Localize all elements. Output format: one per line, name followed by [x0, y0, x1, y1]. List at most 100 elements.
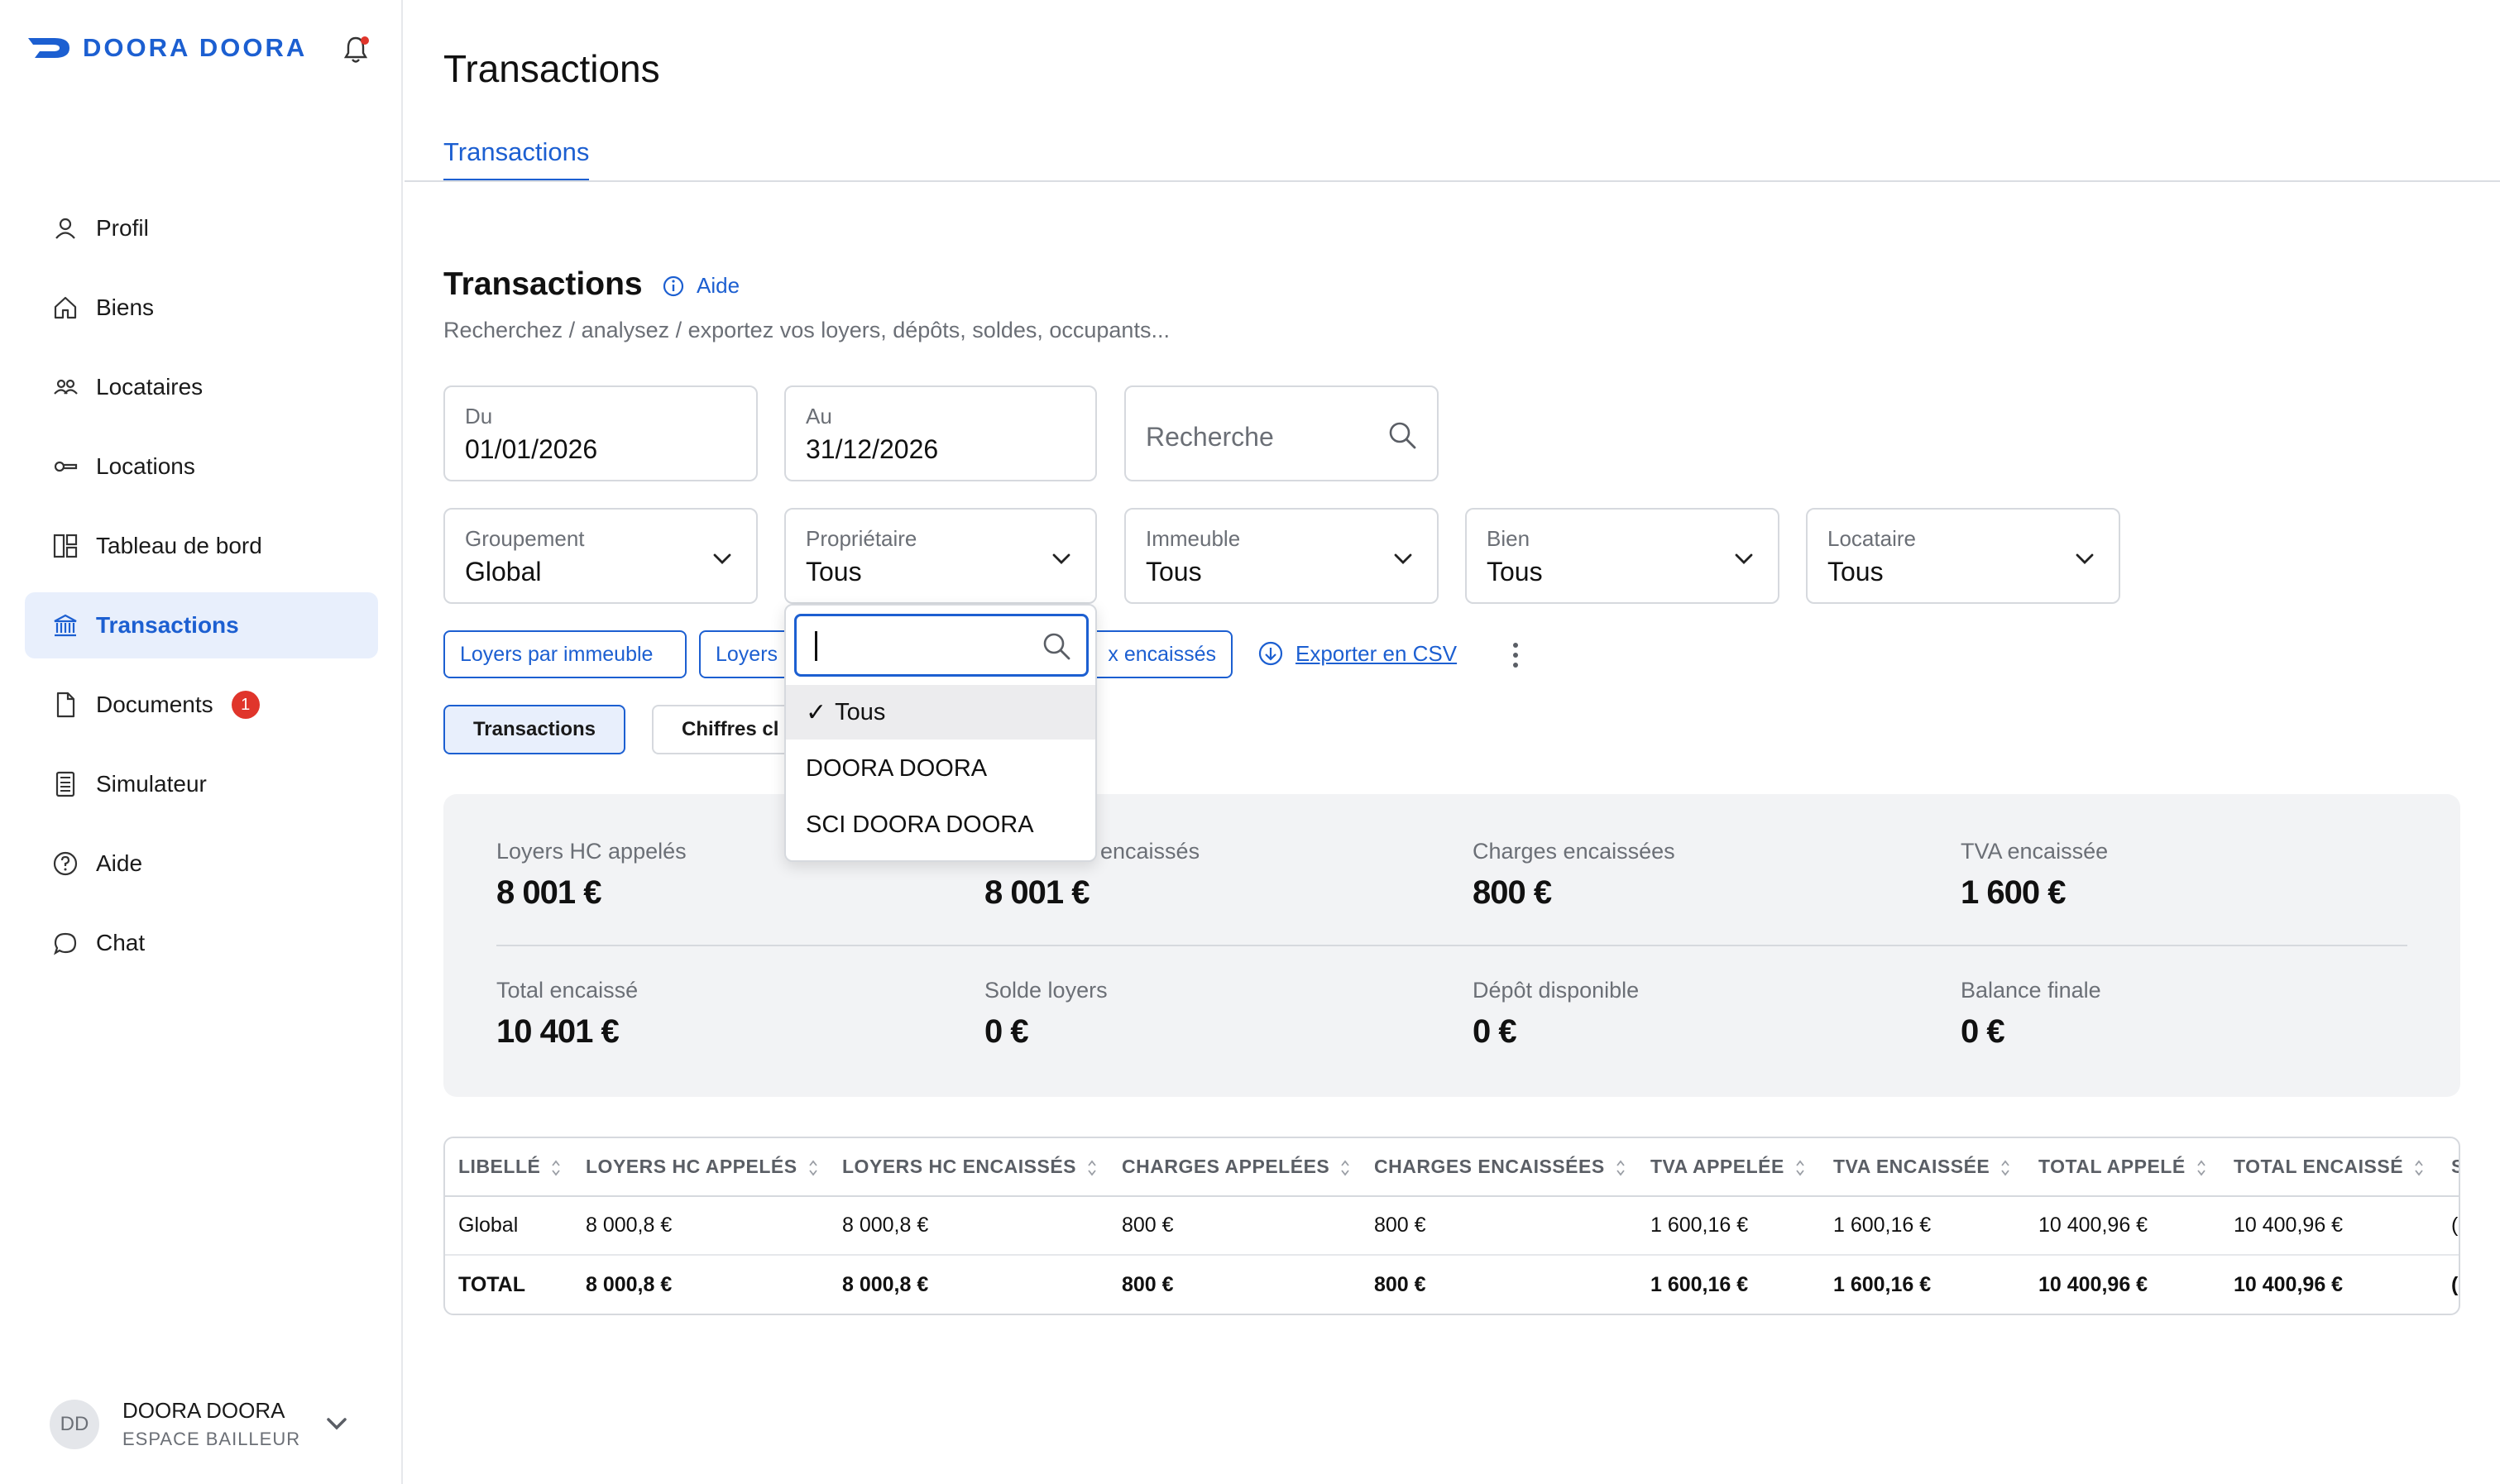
stat-value: 0 €: [1473, 1013, 1517, 1050]
documents-badge: 1: [231, 691, 260, 719]
stat-solde-loyers: Solde loyers 0 €: [984, 978, 1108, 1051]
column-header-label: LIBELLÉ: [458, 1156, 541, 1177]
search-input[interactable]: Recherche: [1124, 385, 1439, 481]
view-chiffres-button[interactable]: Chiffres cl: [652, 705, 793, 754]
date-from-field[interactable]: Du 01/01/2026: [443, 385, 758, 481]
sidebar-item-label: Chat: [96, 930, 146, 955]
property-value: Tous: [1487, 557, 1543, 586]
column-header-label: LOYERS HC APPELÉS: [586, 1156, 797, 1177]
sort-icon: [2415, 1160, 2423, 1176]
stat-depot-disponible: Dépôt disponible 0 €: [1473, 978, 1639, 1051]
sort-icon: [1088, 1160, 1096, 1176]
column-header-label: LOYERS HC ENCAISSÉS: [842, 1156, 1076, 1177]
grouping-label: Groupement: [465, 526, 585, 551]
date-to-field[interactable]: Au 31/12/2026: [784, 385, 1097, 481]
grouping-value: Global: [465, 557, 542, 586]
sort-icon: [2001, 1160, 2009, 1176]
sidebar-item-label: Aide: [96, 850, 143, 876]
table-cell: Global: [445, 1196, 572, 1256]
property-select[interactable]: Bien Tous: [1465, 508, 1779, 604]
stat-label: Charges encaissées: [1473, 839, 1675, 864]
sidebar-item-biens[interactable]: Biens: [25, 275, 378, 341]
column-header[interactable]: S: [2438, 1138, 2459, 1197]
check-icon: ✓: [806, 698, 827, 726]
sidebar-item-label: Documents: [96, 692, 213, 717]
sidebar-item-profil[interactable]: Profil: [25, 195, 378, 261]
stat-label: Dépôt disponible: [1473, 978, 1640, 1003]
building-select[interactable]: Immeuble Tous: [1124, 508, 1439, 604]
owner-select[interactable]: Propriétaire Tous: [784, 508, 1097, 604]
stat-value: 0 €: [984, 1013, 1029, 1050]
column-header[interactable]: CHARGES APPELÉES: [1109, 1138, 1361, 1197]
chevron-down-icon[interactable]: [323, 1410, 351, 1438]
column-header[interactable]: TOTAL ENCAISSÉ: [2220, 1138, 2438, 1197]
home-icon: [54, 296, 77, 319]
sidebar-item-locataires[interactable]: Locataires: [25, 354, 378, 420]
table-cell: 10 400,96 €: [2220, 1196, 2438, 1256]
sidebar-item-label: Locataires: [96, 374, 204, 400]
sort-icon: [1796, 1160, 1804, 1176]
column-header[interactable]: TVA ENCAISSÉE: [1820, 1138, 2025, 1197]
sidebar-item-locations[interactable]: Locations: [25, 433, 378, 500]
sidebar-item-simulateur[interactable]: Simulateur: [25, 751, 378, 817]
export-csv-label: Exporter en CSV: [1295, 640, 1458, 666]
table-cell: 1 600,16 €: [1637, 1196, 1820, 1256]
notification-dot: [361, 36, 369, 45]
column-header[interactable]: CHARGES ENCAISSÉES: [1361, 1138, 1637, 1197]
chip-loyers[interactable]: Loyers: [699, 630, 798, 678]
download-icon: [1258, 641, 1283, 666]
sidebar-item-documents[interactable]: Documents 1: [25, 672, 378, 738]
table-cell: 8 000,8 €: [586, 1272, 673, 1296]
tenant-value: Tous: [1827, 557, 1884, 586]
column-header[interactable]: LOYERS HC APPELÉS: [572, 1138, 829, 1197]
key-icon: [54, 461, 78, 472]
stat-balance-finale: Balance finale 0 €: [1961, 978, 2101, 1051]
table-cell: (: [2438, 1196, 2459, 1256]
table-cell: 8 000,8 €: [572, 1196, 829, 1256]
stat-tva-encaissee: TVA encaissée 1 600 €: [1961, 839, 2108, 912]
column-header-label: TVA APPELÉE: [1650, 1156, 1784, 1177]
export-csv-link[interactable]: Exporter en CSV: [1257, 640, 1457, 667]
brand-logo[interactable]: DOORA DOORA: [25, 33, 307, 63]
dropdown-option-doora-doora[interactable]: DOORA DOORA: [786, 741, 1095, 796]
tenant-select[interactable]: Locataire Tous: [1806, 508, 2120, 604]
chip-loyers-par-immeuble[interactable]: Loyers par immeuble: [443, 630, 687, 678]
text-caret: [815, 631, 817, 661]
column-header[interactable]: TVA APPELÉE: [1637, 1138, 1820, 1197]
info-icon: [663, 275, 684, 296]
user-menu[interactable]: DD DOORA DOORA ESPACE BAILLEUR: [50, 1398, 347, 1450]
stat-charges-encaissees: Charges encaissées 800 €: [1473, 839, 1675, 912]
stat-label: Total encaissé: [496, 978, 639, 1003]
sidebar-item-aide[interactable]: Aide: [25, 831, 378, 897]
dropdown-search-input[interactable]: [794, 614, 1089, 677]
stat-value: 1 600 €: [1961, 874, 2066, 911]
stat-value: 10 401 €: [496, 1013, 620, 1050]
help-link-label: Aide: [697, 273, 740, 298]
stat-value: 8 001 €: [496, 874, 601, 911]
sidebar-item-tableau-de-bord[interactable]: Tableau de bord: [25, 513, 378, 579]
grouping-select[interactable]: Groupement Global: [443, 508, 758, 604]
sidebar-item-chat[interactable]: Chat: [25, 910, 378, 976]
chip-encaisses[interactable]: x encaissés: [1075, 630, 1233, 678]
sidebar-item-transactions[interactable]: Transactions: [25, 592, 378, 658]
column-header-label: TOTAL ENCAISSÉ: [2234, 1156, 2404, 1177]
section-title: Transactions: [443, 266, 643, 302]
column-header[interactable]: LIBELLÉ: [445, 1138, 572, 1197]
date-from-label: Du: [465, 404, 493, 428]
document-icon: [56, 692, 75, 718]
dropdown-option-tous[interactable]: ✓ Tous: [786, 685, 1095, 740]
building-value: Tous: [1146, 557, 1202, 586]
user-role: ESPACE BAILLEUR: [122, 1429, 301, 1449]
column-header[interactable]: TOTAL APPELÉ: [2025, 1138, 2220, 1197]
sidebar-nav: Profil Biens Locataires Locations Tablea…: [25, 195, 378, 989]
column-header[interactable]: LOYERS HC ENCAISSÉS: [829, 1138, 1109, 1197]
dropdown-option-sci-doora-doora[interactable]: SCI DOORA DOORA: [786, 797, 1095, 852]
chevron-down-icon: [2076, 553, 2094, 564]
table-row: Global 8 000,8 € 8 000,8 € 800 € 800 € 1…: [445, 1196, 2459, 1256]
search-icon: [1043, 633, 1070, 660]
tab-transactions[interactable]: Transactions: [443, 137, 590, 182]
help-link[interactable]: Aide: [662, 273, 740, 299]
sidebar-item-label: Transactions: [96, 612, 239, 638]
more-options-icon[interactable]: [1507, 639, 1524, 672]
view-transactions-button[interactable]: Transactions: [443, 705, 625, 754]
